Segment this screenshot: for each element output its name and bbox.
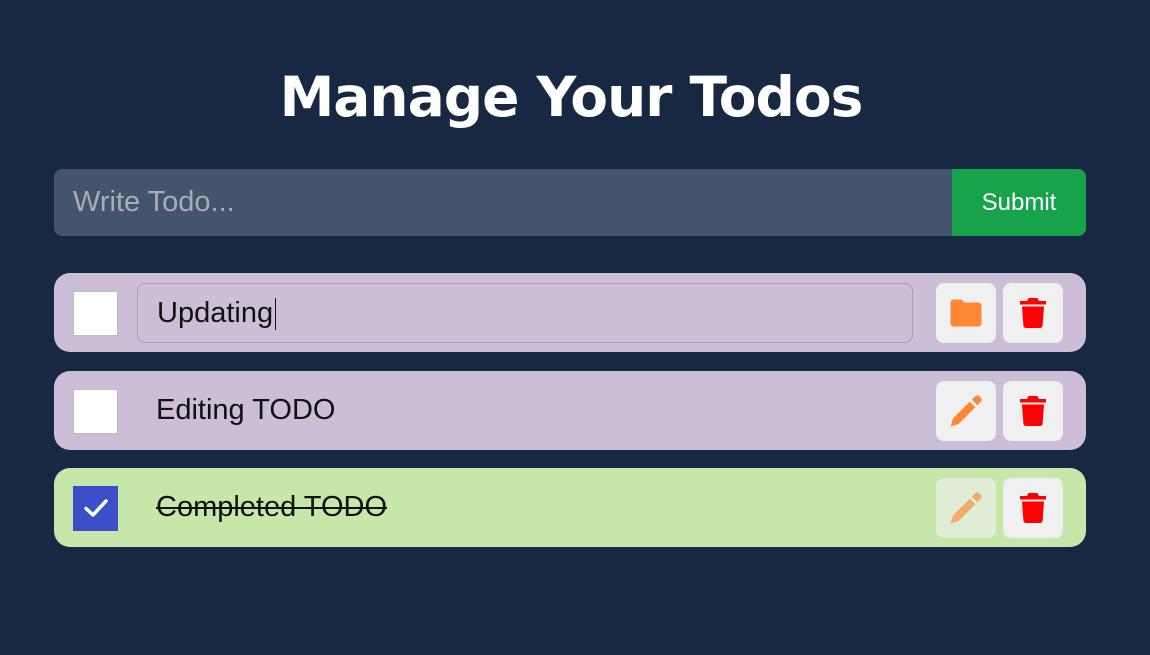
folder-icon: [950, 299, 982, 327]
todo-checkbox[interactable]: [73, 291, 118, 336]
page-title: Manage Your Todos: [279, 65, 864, 129]
todo-item: Completed TODO: [54, 468, 1086, 547]
submit-button[interactable]: Submit: [952, 169, 1086, 236]
todo-text: Completed TODO: [156, 491, 388, 523]
todo-checkbox[interactable]: [73, 389, 118, 434]
trash-icon: [1020, 493, 1046, 523]
delete-todo-button[interactable]: [1003, 283, 1063, 343]
trash-icon: [1020, 298, 1046, 328]
todo-text: Editing TODO: [156, 394, 336, 426]
new-todo-input[interactable]: [54, 169, 952, 236]
pencil-icon: [950, 492, 982, 524]
todo-edit-input[interactable]: [137, 283, 913, 343]
add-todo-form: Submit: [54, 169, 1086, 236]
trash-icon: [1020, 396, 1046, 426]
pencil-icon: [950, 395, 982, 427]
edit-todo-button: [936, 478, 996, 538]
delete-todo-button[interactable]: [1003, 478, 1063, 538]
todo-item: [54, 273, 1086, 352]
todo-checkbox[interactable]: [73, 486, 118, 531]
edit-todo-button[interactable]: [936, 381, 996, 441]
check-icon: [84, 499, 108, 517]
delete-todo-button[interactable]: [1003, 381, 1063, 441]
todo-item: Editing TODO: [54, 371, 1086, 450]
text-caret: [275, 298, 276, 330]
save-todo-button[interactable]: [936, 283, 996, 343]
